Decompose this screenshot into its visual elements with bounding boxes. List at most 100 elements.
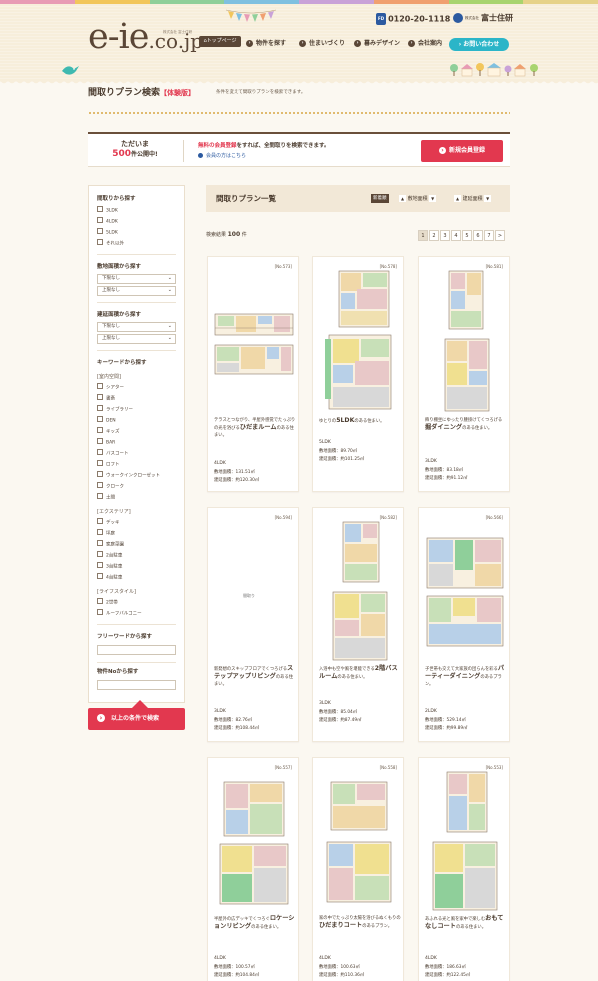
floor-plan-image xyxy=(338,270,390,328)
floor-area: 建延面積：約108.44㎡ xyxy=(214,726,260,731)
checkbox-study[interactable]: 書斎 xyxy=(97,394,115,403)
site-area: 敷地面積：89.70㎡ xyxy=(319,449,358,454)
member-login-link[interactable]: 会員の方はこちら xyxy=(198,152,246,160)
site-area: 敷地面積：100.63㎡ xyxy=(319,965,360,970)
plan-card[interactable]: [No.557] 半屋外の広デッキでくつろぐロケーションリビングのある住まい。 … xyxy=(207,757,299,981)
indoor-group-label: [室内空間] xyxy=(97,374,121,380)
site-area-min-select[interactable]: 下限なし xyxy=(97,274,176,284)
published-count: ただいま 500件公開中! xyxy=(112,140,158,159)
plan-description: ゆとりの5LDKのある住まい。 xyxy=(319,417,385,424)
checkbox-cloak[interactable]: クローク xyxy=(97,482,124,491)
nav-house-building[interactable]: 住まいづくり xyxy=(299,39,345,49)
exterior-group-label: [エクステリア] xyxy=(97,509,131,515)
sort-floor-area[interactable]: ▲ 建延面積 ▼ xyxy=(454,195,492,203)
floor-plan-image xyxy=(223,781,285,837)
plan-layout: 3LDK xyxy=(425,459,437,464)
property-no-input[interactable] xyxy=(97,680,176,690)
bunting-flags xyxy=(226,9,276,22)
plan-card[interactable]: [No.573] テラスとつながり、半屋外感覚でたっぷりの光を浴びるひだまルーム… xyxy=(207,256,299,492)
checkbox-bath-court[interactable]: バスコート xyxy=(97,449,129,458)
nav-property-search[interactable]: 物件を探す xyxy=(246,39,286,49)
nav-company-info[interactable]: 会社案内 xyxy=(408,39,442,49)
plan-description: 子世帯も交えて大家族の団らんを彩るパーティーダイニングのあるプラン。 xyxy=(425,665,505,687)
checkbox-two-generation[interactable]: 2世帯 xyxy=(97,598,118,607)
plan-description: 家の中でたっぷり太陽を浴びるぬくもりのひだまりコートのあるプラン。 xyxy=(319,916,401,929)
floor-plan-image xyxy=(325,334,392,410)
checkbox-roof-balcony[interactable]: ルーフバルコニー xyxy=(97,609,142,618)
company-logo[interactable]: 株式会社 富士住研 xyxy=(453,13,513,24)
keyword-heading: キーワードから探す xyxy=(97,360,147,366)
floor-plan-image xyxy=(342,521,380,583)
top-page-link[interactable]: ⌂トップページ xyxy=(199,36,241,47)
site-area-max-select[interactable]: 上限なし xyxy=(97,286,176,296)
page-2[interactable]: 2 xyxy=(429,230,439,241)
plan-card[interactable]: [No.553] あふれる光と風を家中で楽しむおもてなしコートのある住まい。 4… xyxy=(418,757,510,981)
checkbox-deck[interactable]: デッキ xyxy=(97,518,120,527)
plan-layout: 4LDK xyxy=(214,461,226,466)
checkbox-2-parking[interactable]: 2台駐車 xyxy=(97,551,122,560)
page-5[interactable]: 5 xyxy=(462,230,472,241)
nav-living-design[interactable]: 暮みデザイン xyxy=(354,39,400,49)
checkbox-bar[interactable]: BAR xyxy=(97,438,115,447)
site-area: 敷地面積：82.76㎡ xyxy=(214,718,253,723)
floor-area: 建延面積：約99.89㎡ xyxy=(425,726,468,731)
checkbox-theater[interactable]: シアター xyxy=(97,383,124,392)
plan-image-alt: 間取り xyxy=(243,593,255,598)
freeword-heading: フリーワードから探す xyxy=(97,634,153,640)
sort-up-icon[interactable]: ▲ xyxy=(399,195,406,202)
floor-area-max-select[interactable]: 上限なし xyxy=(97,334,176,344)
page-next[interactable]: > xyxy=(495,230,505,241)
sort-newest[interactable]: 新着順 xyxy=(371,194,389,203)
site-header: e-ie.co.jp 株式会社 富士住研 ⌂トップページ FD 0120-20-1… xyxy=(0,4,598,86)
plan-card[interactable]: [No.566] 子世帯も交えて大家族の団らんを彩るパーティーダイニングのあるプ… xyxy=(418,507,510,742)
page-6[interactable]: 6 xyxy=(473,230,483,241)
plan-layout: 3LDK xyxy=(319,701,331,706)
search-submit-button[interactable]: 以上の条件で検索 xyxy=(88,708,185,730)
page-1[interactable]: 1 xyxy=(418,230,428,241)
plan-description: 入浴中も空や風を堪能できる2階バスルームのある住まい。 xyxy=(319,665,398,680)
sort-down-icon[interactable]: ▼ xyxy=(484,195,492,202)
checkbox-doma[interactable]: 土間 xyxy=(97,493,115,502)
checkbox-4-parking[interactable]: 4台駐車 xyxy=(97,573,122,582)
page-7[interactable]: 7 xyxy=(484,230,494,241)
checkbox-kids[interactable]: キッズ xyxy=(97,427,120,436)
page-4[interactable]: 4 xyxy=(451,230,461,241)
search-sidebar: 間取りから探す 3LDK 4LDK 5LDK それ以外 敷地面積から探す 下限な… xyxy=(88,185,185,703)
floor-plan-image xyxy=(426,595,504,647)
checkbox-walk-in-closet[interactable]: ウォークインクローゼット xyxy=(97,471,160,480)
page-3[interactable]: 3 xyxy=(440,230,450,241)
checkbox-4ldk[interactable]: 4LDK xyxy=(97,217,118,226)
checkbox-3ldk[interactable]: 3LDK xyxy=(97,206,118,215)
checkbox-other[interactable]: それ以外 xyxy=(97,239,124,248)
plan-card[interactable]: [No.581] 飾り棚坐にゆったり腰掛けてくつろげる掘ダイニングのある住まい。… xyxy=(418,256,510,492)
checkbox-den[interactable]: DEN xyxy=(97,416,116,425)
plan-number: [No.566] xyxy=(485,515,503,520)
bird-illustration xyxy=(62,66,79,75)
phone-number[interactable]: FD 0120-20-1118 xyxy=(376,13,450,25)
register-button[interactable]: 新規会員登録 xyxy=(421,140,503,162)
pagination: 1 2 3 4 5 6 7 > xyxy=(418,230,505,241)
plan-card[interactable]: [No.594] 間取り 新発想のスキップフロアでくつろげるステップアップリビン… xyxy=(207,507,299,742)
checkbox-loft[interactable]: ロフト xyxy=(97,460,120,469)
freeword-input[interactable] xyxy=(97,645,176,655)
plan-card[interactable]: [No.558] 家の中でたっぷり太陽を浴びるぬくもりのひだまりコートのあるプラ… xyxy=(312,757,404,981)
sort-up-icon[interactable]: ▲ xyxy=(454,195,461,202)
sort-site-area[interactable]: ▲ 敷地面積 ▼ xyxy=(399,195,437,203)
floor-area: 建延面積：約122.45㎡ xyxy=(425,973,471,978)
checkbox-tsuboniwa[interactable]: 坪庭 xyxy=(97,529,115,538)
plan-card[interactable]: [No.578] ゆとりの5LDKのある住まい。 5LDK 敷地面積：89.70… xyxy=(312,256,404,492)
contact-button[interactable]: › お問い合わせ xyxy=(449,38,509,51)
site-area: 敷地面積：100.57㎡ xyxy=(214,965,255,970)
floor-area-min-select[interactable]: 下限なし xyxy=(97,322,176,332)
checkbox-3-parking[interactable]: 3台駐車 xyxy=(97,562,122,571)
floor-plan-image xyxy=(326,841,392,903)
search-button-arrow xyxy=(132,700,148,708)
checkbox-library[interactable]: ライブラリー xyxy=(97,405,133,414)
plan-card[interactable]: [No.582] 入浴中も空や風を堪能できる2階バスルームのある住まい。 3LD… xyxy=(312,507,404,742)
sort-down-icon[interactable]: ▼ xyxy=(429,195,437,202)
checkbox-kitchen-garden[interactable]: 家庭菜園 xyxy=(97,540,124,549)
floor-plan-image xyxy=(432,841,498,911)
site-logo[interactable]: e-ie.co.jp xyxy=(88,18,203,60)
floor-plan-image xyxy=(448,270,484,330)
checkbox-5ldk[interactable]: 5LDK xyxy=(97,228,118,237)
